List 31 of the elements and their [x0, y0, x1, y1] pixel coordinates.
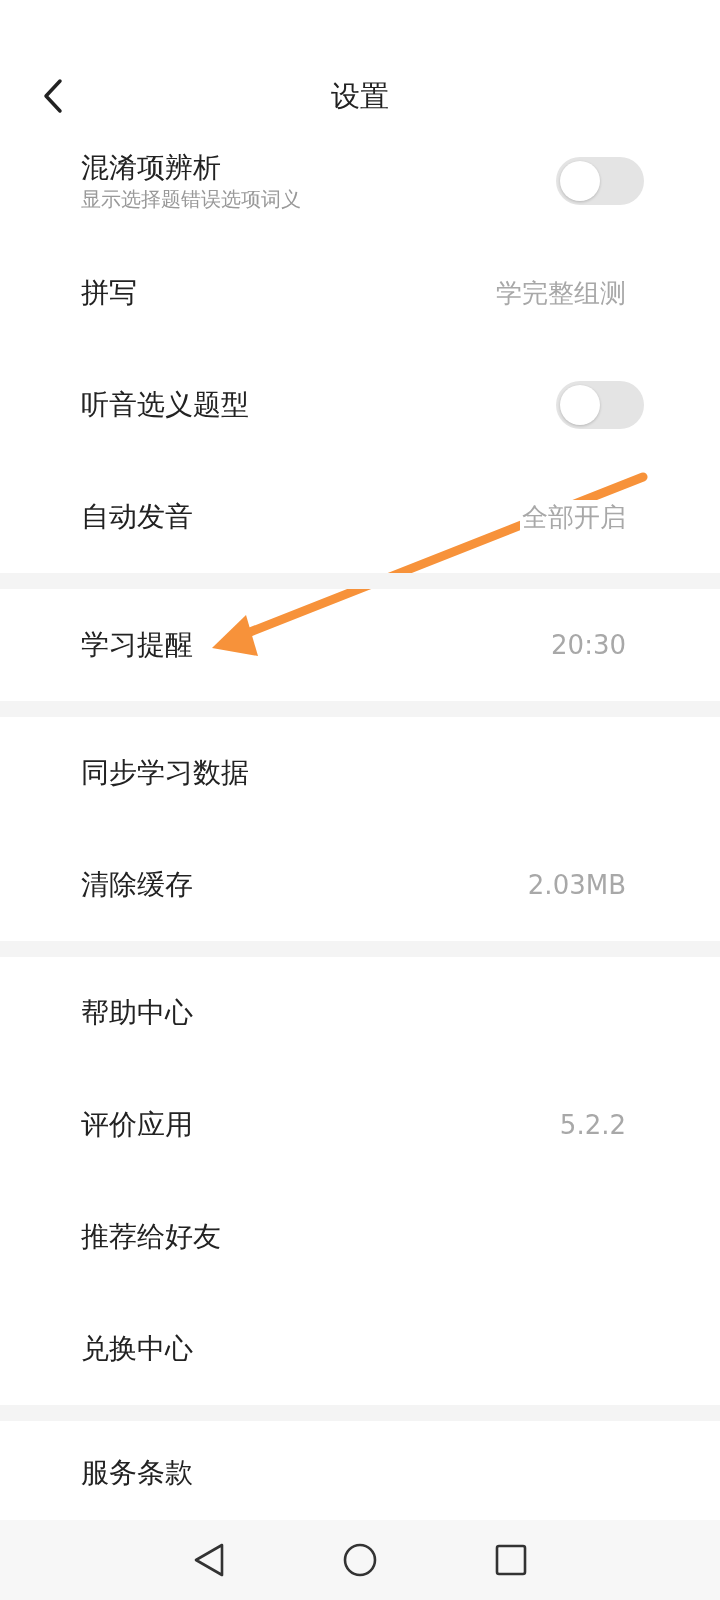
recent-apps-icon[interactable]: [495, 1544, 527, 1576]
settings-row[interactable]: 同步学习数据: [0, 717, 720, 829]
settings-row[interactable]: 自动发音 全部开启: [0, 461, 720, 573]
setting-label: 评价应用: [81, 1107, 194, 1143]
setting-label: 同步学习数据: [81, 755, 250, 791]
setting-label: 推荐给好友: [81, 1219, 222, 1255]
toggle-switch[interactable]: [556, 381, 644, 429]
setting-label: 帮助中心: [81, 995, 194, 1031]
setting-label: 拼写: [81, 275, 138, 311]
settings-row[interactable]: 学习提醒 20:30: [0, 589, 720, 701]
setting-label: 混淆项辨析: [81, 150, 222, 186]
toggle-switch[interactable]: [556, 157, 644, 205]
setting-label: 自动发音: [81, 499, 194, 535]
setting-label: 清除缓存: [81, 867, 194, 903]
home-icon[interactable]: [343, 1543, 377, 1577]
settings-row[interactable]: 帮助中心: [0, 957, 720, 1069]
settings-row[interactable]: 兑换中心: [0, 1293, 720, 1405]
setting-label: 兑换中心: [81, 1331, 194, 1367]
page-title: 设置: [331, 78, 389, 114]
settings-row[interactable]: 推荐给好友: [0, 1181, 720, 1293]
setting-label: 学习提醒: [81, 627, 194, 663]
back-icon[interactable]: [193, 1543, 225, 1577]
settings-row[interactable]: 混淆项辨析 显示选择题错误选项词义: [0, 125, 720, 237]
settings-row[interactable]: 拼写 学完整组测: [0, 237, 720, 349]
settings-row[interactable]: 评价应用 5.2.2: [0, 1069, 720, 1181]
settings-row[interactable]: 清除缓存 2.03MB: [0, 829, 720, 941]
settings-row[interactable]: 服务条款: [0, 1421, 720, 1524]
setting-label: 听音选义题型: [81, 387, 250, 423]
setting-label: 服务条款: [81, 1454, 194, 1491]
settings-row[interactable]: 听音选义题型: [0, 349, 720, 461]
setting-description: 显示选择题错误选项词义: [81, 186, 302, 212]
